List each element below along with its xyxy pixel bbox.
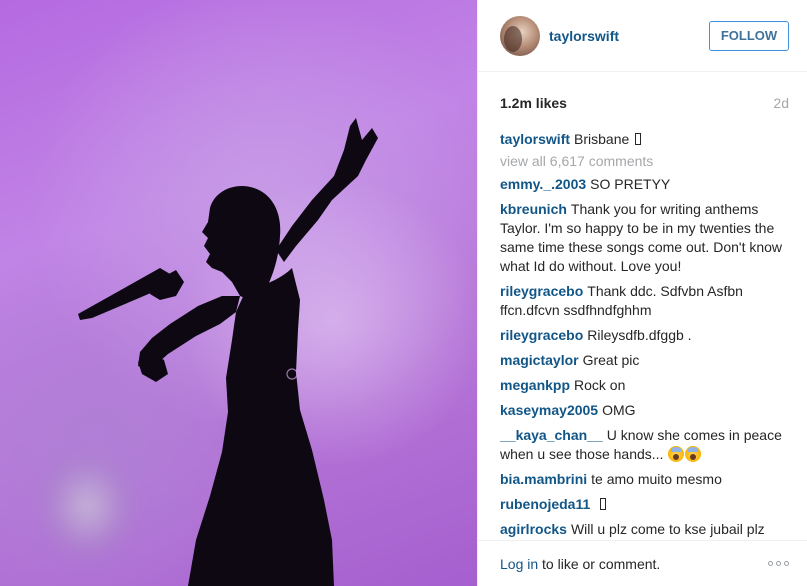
comment-item: emmy._.2003 SO PRETYY — [500, 175, 789, 194]
comment-username[interactable]: __kaya_chan__ — [500, 427, 603, 443]
comment-text: te amo muito mesmo — [591, 471, 722, 487]
login-link[interactable]: Log in — [500, 556, 538, 572]
comment-item: magictaylor Great pic — [500, 351, 789, 370]
caption: taylorswift Brisbane — [500, 130, 789, 149]
author-username[interactable]: taylorswift — [549, 28, 709, 44]
post-photo[interactable] — [0, 0, 477, 586]
comment-username[interactable]: rileygracebo — [500, 327, 583, 343]
comment-username[interactable]: megankpp — [500, 377, 570, 393]
comment-username[interactable]: rileygracebo — [500, 283, 583, 299]
comment-item: rileygracebo Thank ddc. Sdfvbn Asfbn ffcn… — [500, 282, 789, 320]
comment-item: rubenojeda11 — [500, 495, 789, 514]
comment-item: kbreunich Thank you for writing anthems T… — [500, 200, 789, 276]
view-all-comments-link[interactable]: view all 6,617 comments — [500, 153, 653, 169]
comment-item: agirlrocks Will u plz come to kse jubail … — [500, 520, 789, 539]
singer-silhouette — [78, 118, 378, 586]
comment-text: Will u plz come to kse jubail plz — [570, 521, 765, 537]
follow-button[interactable]: FOLLOW — [709, 20, 789, 51]
post-header: taylorswift FOLLOW — [478, 0, 807, 72]
post-stats: 1.2m likes 2d — [478, 76, 807, 130]
missing-glyph-icon — [635, 133, 642, 145]
post-footer: Log in to like or comment. — [478, 540, 807, 586]
screaming-face-emoji-icon — [685, 446, 702, 462]
comment-username[interactable]: emmy._.2003 — [500, 176, 586, 192]
comment-item: megankpp Rock on — [500, 376, 789, 395]
login-prompt: Log in to like or comment. — [500, 556, 660, 572]
comment-text: Great pic — [582, 352, 640, 368]
comments-list[interactable]: taylorswift Brisbane view all 6,617 comme… — [478, 130, 807, 540]
screaming-face-emoji-icon — [668, 446, 685, 462]
more-options-icon[interactable] — [768, 561, 789, 566]
caption-username[interactable]: taylorswift — [500, 131, 570, 147]
dot — [768, 561, 773, 566]
comment-username[interactable]: bia.mambrini — [500, 471, 587, 487]
comment-text: Rileysdfb.dfggb . — [587, 327, 692, 343]
avatar[interactable] — [500, 15, 540, 56]
dot — [784, 561, 789, 566]
comment-text: SO PRETYY — [590, 176, 671, 192]
comment-item: kaseymay2005 OMG — [500, 401, 789, 420]
comment-text: Rock on — [574, 377, 626, 393]
post-sidebar: taylorswift FOLLOW 1.2m likes 2d taylors… — [477, 0, 807, 586]
comment-username[interactable]: magictaylor — [500, 352, 579, 368]
comment-username[interactable]: kbreunich — [500, 201, 567, 217]
caption-text: Brisbane — [574, 131, 630, 147]
comment-text: OMG — [602, 402, 636, 418]
comment-username[interactable]: agirlrocks — [500, 521, 567, 537]
login-prompt-text: to like or comment. — [542, 555, 661, 572]
missing-glyph-icon — [600, 498, 607, 510]
dot — [776, 561, 781, 566]
post-age[interactable]: 2d — [773, 95, 789, 111]
comment-username[interactable]: kaseymay2005 — [500, 402, 598, 418]
comment-item: __kaya_chan__ U know she comes in peace w… — [500, 426, 789, 464]
comment-username[interactable]: rubenojeda11 — [500, 496, 590, 512]
comment-item: rileygracebo Rileysdfb.dfggb . — [500, 326, 789, 345]
instagram-post: taylorswift FOLLOW 1.2m likes 2d taylors… — [0, 0, 807, 586]
comment-item: bia.mambrini te amo muito mesmo — [500, 470, 789, 489]
likes-count[interactable]: 1.2m likes — [500, 95, 567, 111]
